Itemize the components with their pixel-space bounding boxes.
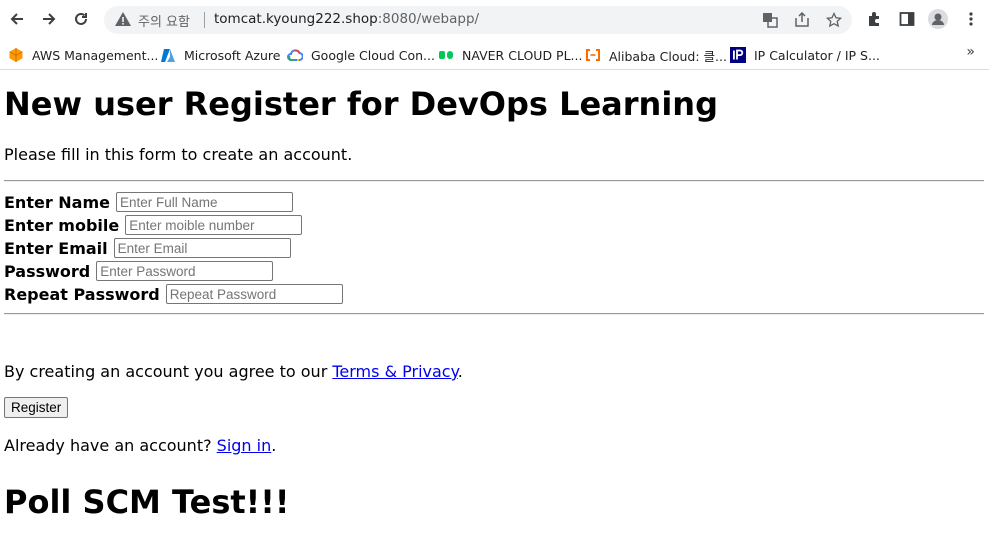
ip-calculator-icon: [730, 47, 746, 63]
aws-icon: [9, 48, 23, 62]
mobile-input[interactable]: [125, 215, 303, 235]
signin-prefix: Already have an account?: [4, 436, 217, 455]
share-icon[interactable]: [792, 10, 812, 30]
profile-avatar-icon[interactable]: [928, 9, 948, 29]
bookmark-label: Google Cloud Con...: [311, 47, 435, 63]
reload-icon[interactable]: [70, 8, 92, 30]
repeat-password-input[interactable]: [165, 284, 343, 304]
repeat-password-row: Repeat Password: [4, 283, 343, 305]
page-title: New user Register for DevOps Learning: [4, 85, 718, 123]
signin-suffix: .: [271, 436, 277, 455]
url-text[interactable]: tomcat.kyoung222.shop:8080/webapp/: [214, 11, 479, 27]
name-label: Enter Name: [4, 192, 110, 212]
mobile-row: Enter mobile: [4, 214, 303, 236]
webpage: New user Register for DevOps Learning Pl…: [0, 71, 989, 536]
browser-toolbar: 주의 요함 tomcat.kyoung222.shop:8080/webapp/: [0, 0, 989, 40]
bookmark-aws[interactable]: AWS Management...: [8, 44, 158, 66]
form-intro: Please fill in this form to create an ac…: [4, 145, 353, 164]
bookmark-azure[interactable]: Microsoft Azure: [160, 44, 280, 66]
email-row: Enter Email: [4, 237, 291, 259]
url-path: :8080/webapp/: [377, 11, 480, 27]
terms-text: By creating an account you agree to our …: [4, 362, 463, 381]
address-divider: [204, 12, 205, 28]
alibaba-cloud-icon: [586, 49, 600, 61]
azure-icon: [161, 49, 175, 62]
bookmark-label: AWS Management...: [32, 47, 159, 63]
terms-prefix: By creating an account you agree to our: [4, 362, 333, 381]
terms-privacy-link[interactable]: Terms & Privacy: [332, 362, 457, 381]
register-button[interactable]: Register: [4, 397, 69, 418]
star-icon[interactable]: [824, 10, 844, 30]
url-host: tomcat.kyoung222.shop: [214, 11, 378, 27]
extensions-icon[interactable]: [865, 9, 885, 29]
password-label: Password: [4, 261, 91, 281]
back-arrow-icon[interactable]: [6, 8, 28, 30]
warning-icon[interactable]: [114, 10, 132, 28]
more-bookmarks-chevron-icon[interactable]: »: [966, 44, 975, 60]
password-row: Password: [4, 260, 274, 282]
sign-in-link[interactable]: Sign in: [217, 436, 272, 455]
forward-arrow-icon[interactable]: [38, 8, 60, 30]
email-input[interactable]: [113, 238, 291, 258]
bookmark-label: Microsoft Azure: [184, 47, 281, 63]
bookmark-ip-calculator[interactable]: IP Calculator / IP S...: [730, 44, 880, 66]
terms-suffix: .: [457, 362, 463, 381]
password-input[interactable]: [96, 261, 274, 281]
name-input[interactable]: [116, 192, 293, 212]
security-status[interactable]: 주의 요함: [138, 11, 190, 30]
name-row: Enter Name: [4, 191, 293, 213]
divider: [4, 180, 984, 182]
bookmark-label: NAVER CLOUD PL...: [462, 47, 583, 63]
bookmark-alibaba-cloud[interactable]: Alibaba Cloud: 클...: [585, 44, 727, 66]
translate-icon[interactable]: [760, 10, 780, 30]
bookmarks-bar: AWS Management... Microsoft Azure Google…: [0, 40, 989, 70]
repeat-password-label: Repeat Password: [4, 284, 160, 304]
footer-heading: Poll SCM Test!!!: [4, 483, 290, 521]
menu-kebab-icon[interactable]: [961, 9, 981, 29]
email-label: Enter Email: [4, 238, 108, 258]
signin-text: Already have an account? Sign in.: [4, 436, 276, 455]
address-bar[interactable]: 주의 요함 tomcat.kyoung222.shop:8080/webapp/: [104, 6, 852, 34]
mobile-label: Enter mobile: [4, 215, 120, 235]
side-panel-icon[interactable]: [897, 9, 917, 29]
naver-cloud-icon: [439, 51, 453, 59]
bookmark-label: IP Calculator / IP S...: [754, 47, 880, 63]
bookmark-naver-cloud[interactable]: NAVER CLOUD PL...: [438, 44, 582, 66]
google-cloud-icon: [287, 49, 303, 61]
bookmark-google-cloud[interactable]: Google Cloud Con...: [287, 44, 435, 66]
divider: [4, 313, 984, 315]
bookmark-label: Alibaba Cloud: 클...: [609, 48, 727, 64]
